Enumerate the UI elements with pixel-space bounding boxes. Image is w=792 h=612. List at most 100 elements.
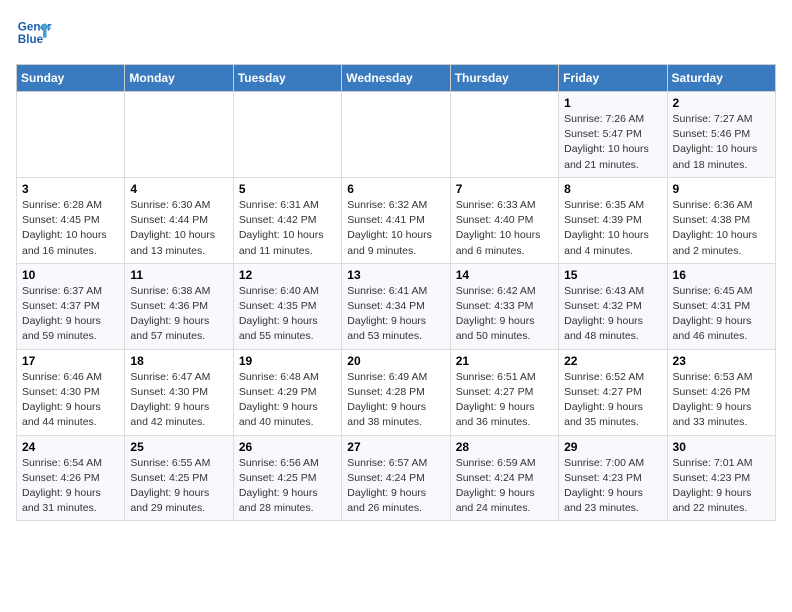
calendar-day-cell [233, 92, 341, 178]
logo-icon: General Blue [16, 16, 52, 52]
calendar-day-cell: 22Sunrise: 6:52 AM Sunset: 4:27 PM Dayli… [559, 349, 667, 435]
day-number: 13 [347, 268, 444, 282]
weekday-header-row: SundayMondayTuesdayWednesdayThursdayFrid… [17, 65, 776, 92]
calendar-day-cell: 4 Sunrise: 6:30 AM Sunset: 4:44 PM Daylig… [125, 177, 233, 263]
calendar-day-cell: 28Sunrise: 6:59 AM Sunset: 4:24 PM Dayli… [450, 435, 558, 521]
calendar-day-cell: 25 Sunrise: 6:55 AM Sunset: 4:25 PM Dayli… [125, 435, 233, 521]
calendar-day-cell [342, 92, 450, 178]
calendar-day-cell [17, 92, 125, 178]
calendar-day-cell: 20 Sunrise: 6:49 AM Sunset: 4:28 PM Dayli… [342, 349, 450, 435]
calendar-day-cell: 19 Sunrise: 6:48 AM Sunset: 4:29 PM Dayli… [233, 349, 341, 435]
calendar-day-cell: 24 Sunrise: 6:54 AM Sunset: 4:26 PM Dayli… [17, 435, 125, 521]
day-number: 18 [130, 354, 227, 368]
day-number: 7 [456, 182, 553, 196]
calendar-day-cell: 14Sunrise: 6:42 AM Sunset: 4:33 PM Dayli… [450, 263, 558, 349]
calendar-week-row: 1 Sunrise: 7:26 AM Sunset: 5:47 PM Daylig… [17, 92, 776, 178]
day-number: 2 [673, 96, 770, 110]
day-info: Sunrise: 6:38 AM Sunset: 4:36 PM Dayligh… [130, 284, 227, 345]
day-info: Sunrise: 6:30 AM Sunset: 4:44 PM Dayligh… [130, 198, 227, 259]
day-info: Sunrise: 6:55 AM Sunset: 4:25 PM Dayligh… [130, 456, 227, 517]
day-number: 26 [239, 440, 336, 454]
weekday-header-cell: Tuesday [233, 65, 341, 92]
calendar-day-cell: 23 Sunrise: 6:53 AM Sunset: 4:26 PM Dayli… [667, 349, 775, 435]
day-info: Sunrise: 6:52 AM Sunset: 4:27 PM Dayligh… [564, 370, 661, 431]
day-info: Sunrise: 6:45 AM Sunset: 4:31 PM Dayligh… [673, 284, 770, 345]
day-number: 17 [22, 354, 119, 368]
day-number: 20 [347, 354, 444, 368]
calendar-week-row: 24 Sunrise: 6:54 AM Sunset: 4:26 PM Dayli… [17, 435, 776, 521]
day-info: Sunrise: 6:43 AM Sunset: 4:32 PM Dayligh… [564, 284, 661, 345]
day-info: Sunrise: 6:41 AM Sunset: 4:34 PM Dayligh… [347, 284, 444, 345]
weekday-header-cell: Thursday [450, 65, 558, 92]
day-info: Sunrise: 6:48 AM Sunset: 4:29 PM Dayligh… [239, 370, 336, 431]
calendar-week-row: 10 Sunrise: 6:37 AM Sunset: 4:37 PM Dayli… [17, 263, 776, 349]
day-number: 1 [564, 96, 661, 110]
day-number: 30 [673, 440, 770, 454]
day-info: Sunrise: 6:37 AM Sunset: 4:37 PM Dayligh… [22, 284, 119, 345]
day-number: 12 [239, 268, 336, 282]
day-number: 25 [130, 440, 227, 454]
calendar-day-cell: 29 Sunrise: 7:00 AM Sunset: 4:23 PM Dayli… [559, 435, 667, 521]
calendar-day-cell: 11 Sunrise: 6:38 AM Sunset: 4:36 PM Dayli… [125, 263, 233, 349]
weekday-header-cell: Monday [125, 65, 233, 92]
calendar-table: SundayMondayTuesdayWednesdayThursdayFrid… [16, 64, 776, 521]
calendar-day-cell: 15 Sunrise: 6:43 AM Sunset: 4:32 PM Dayli… [559, 263, 667, 349]
day-info: Sunrise: 6:54 AM Sunset: 4:26 PM Dayligh… [22, 456, 119, 517]
day-info: Sunrise: 6:57 AM Sunset: 4:24 PM Dayligh… [347, 456, 444, 517]
day-info: Sunrise: 7:01 AM Sunset: 4:23 PM Dayligh… [673, 456, 770, 517]
day-number: 19 [239, 354, 336, 368]
calendar-day-cell [125, 92, 233, 178]
calendar-day-cell: 30 Sunrise: 7:01 AM Sunset: 4:23 PM Dayli… [667, 435, 775, 521]
day-number: 28 [456, 440, 553, 454]
weekday-header-cell: Friday [559, 65, 667, 92]
day-info: Sunrise: 6:35 AM Sunset: 4:39 PM Dayligh… [564, 198, 661, 259]
calendar-day-cell: 18 Sunrise: 6:47 AM Sunset: 4:30 PM Dayli… [125, 349, 233, 435]
day-number: 9 [673, 182, 770, 196]
day-info: Sunrise: 6:32 AM Sunset: 4:41 PM Dayligh… [347, 198, 444, 259]
calendar-day-cell: 26 Sunrise: 6:56 AM Sunset: 4:25 PM Dayli… [233, 435, 341, 521]
day-number: 4 [130, 182, 227, 196]
calendar-day-cell [450, 92, 558, 178]
day-info: Sunrise: 6:56 AM Sunset: 4:25 PM Dayligh… [239, 456, 336, 517]
day-number: 8 [564, 182, 661, 196]
calendar-day-cell: 13 Sunrise: 6:41 AM Sunset: 4:34 PM Dayli… [342, 263, 450, 349]
logo: General Blue [16, 16, 56, 52]
day-number: 16 [673, 268, 770, 282]
calendar-day-cell: 10 Sunrise: 6:37 AM Sunset: 4:37 PM Dayli… [17, 263, 125, 349]
calendar-day-cell: 5Sunrise: 6:31 AM Sunset: 4:42 PM Daylig… [233, 177, 341, 263]
calendar-body: 1 Sunrise: 7:26 AM Sunset: 5:47 PM Daylig… [17, 92, 776, 521]
calendar-day-cell: 27 Sunrise: 6:57 AM Sunset: 4:24 PM Dayli… [342, 435, 450, 521]
day-info: Sunrise: 7:26 AM Sunset: 5:47 PM Dayligh… [564, 112, 661, 173]
day-number: 14 [456, 268, 553, 282]
svg-text:Blue: Blue [18, 33, 44, 46]
day-info: Sunrise: 6:46 AM Sunset: 4:30 PM Dayligh… [22, 370, 119, 431]
day-number: 29 [564, 440, 661, 454]
page-header: General Blue [16, 16, 776, 52]
calendar-day-cell: 1 Sunrise: 7:26 AM Sunset: 5:47 PM Daylig… [559, 92, 667, 178]
day-number: 3 [22, 182, 119, 196]
day-info: Sunrise: 6:40 AM Sunset: 4:35 PM Dayligh… [239, 284, 336, 345]
calendar-day-cell: 7Sunrise: 6:33 AM Sunset: 4:40 PM Daylig… [450, 177, 558, 263]
day-info: Sunrise: 7:00 AM Sunset: 4:23 PM Dayligh… [564, 456, 661, 517]
day-number: 15 [564, 268, 661, 282]
day-number: 27 [347, 440, 444, 454]
day-info: Sunrise: 7:27 AM Sunset: 5:46 PM Dayligh… [673, 112, 770, 173]
day-number: 23 [673, 354, 770, 368]
day-number: 24 [22, 440, 119, 454]
day-info: Sunrise: 6:53 AM Sunset: 4:26 PM Dayligh… [673, 370, 770, 431]
weekday-header-cell: Saturday [667, 65, 775, 92]
day-info: Sunrise: 6:28 AM Sunset: 4:45 PM Dayligh… [22, 198, 119, 259]
day-number: 10 [22, 268, 119, 282]
calendar-day-cell: 9Sunrise: 6:36 AM Sunset: 4:38 PM Daylig… [667, 177, 775, 263]
weekday-header-cell: Wednesday [342, 65, 450, 92]
calendar-day-cell: 12 Sunrise: 6:40 AM Sunset: 4:35 PM Dayli… [233, 263, 341, 349]
day-info: Sunrise: 6:31 AM Sunset: 4:42 PM Dayligh… [239, 198, 336, 259]
day-number: 11 [130, 268, 227, 282]
calendar-day-cell: 6Sunrise: 6:32 AM Sunset: 4:41 PM Daylig… [342, 177, 450, 263]
weekday-header-cell: Sunday [17, 65, 125, 92]
calendar-day-cell: 21Sunrise: 6:51 AM Sunset: 4:27 PM Dayli… [450, 349, 558, 435]
day-info: Sunrise: 6:49 AM Sunset: 4:28 PM Dayligh… [347, 370, 444, 431]
day-info: Sunrise: 6:47 AM Sunset: 4:30 PM Dayligh… [130, 370, 227, 431]
calendar-week-row: 3 Sunrise: 6:28 AM Sunset: 4:45 PM Daylig… [17, 177, 776, 263]
day-info: Sunrise: 6:51 AM Sunset: 4:27 PM Dayligh… [456, 370, 553, 431]
